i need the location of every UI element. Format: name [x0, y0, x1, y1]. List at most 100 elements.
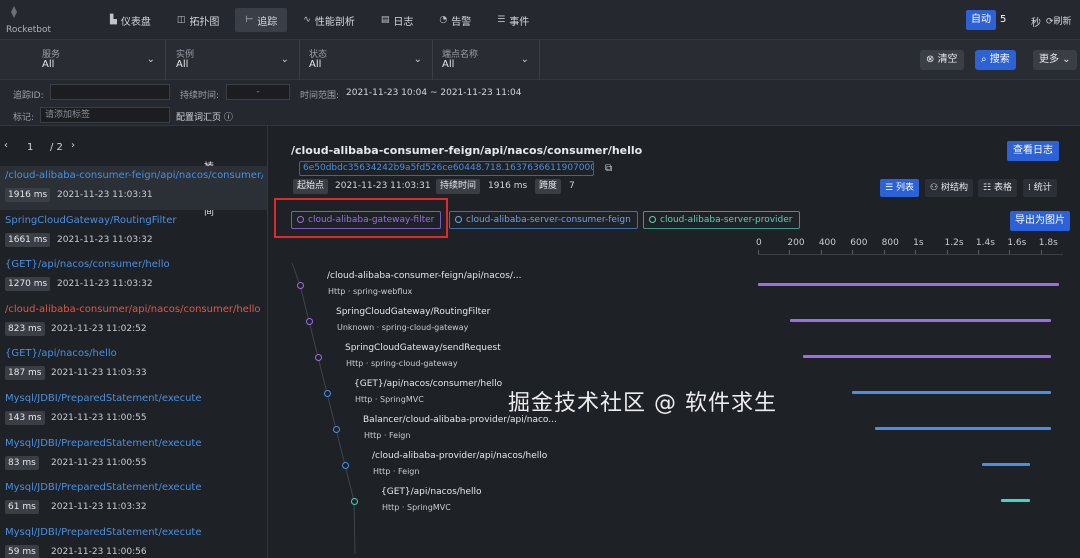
trace-list-item[interactable]: SpringCloudGateway/RoutingFilter 1661 ms 2…: [0, 211, 267, 255]
filter-service[interactable]: 服务 All ⌄: [34, 40, 166, 80]
chevron-down-icon: ⌄: [1059, 54, 1071, 65]
refresh-interval-input[interactable]: 5: [996, 10, 1024, 30]
span-node-icon[interactable]: [314, 353, 322, 361]
event-icon: ☰: [497, 15, 506, 25]
trace-duration-badge: 59 ms: [5, 544, 39, 558]
trace-detail-panel: /cloud-alibaba-consumer-feign/api/nacos/…: [269, 126, 1080, 558]
span-duration-bar[interactable]: [802, 355, 1052, 358]
span-name[interactable]: {GET}/api/nacos/hello: [381, 487, 482, 497]
trace-endpoint-name: /cloud-alibaba-consumer-feign/api/nacos/…: [5, 170, 263, 181]
trace-duration-badge: 61 ms: [5, 500, 39, 515]
trace-list-item[interactable]: {GET}/api/nacos/hello 187 ms 2021-11-23 11…: [0, 344, 267, 388]
trace-start-time: 2021-11-23 11:03:31: [57, 190, 153, 200]
nav-profile[interactable]: ∿ 性能剖析: [293, 8, 365, 32]
search-button[interactable]: ⌕ 搜索: [975, 50, 1016, 70]
close-circle-icon: ⊗: [926, 54, 938, 65]
span-name[interactable]: SpringCloudGateway/RoutingFilter: [336, 307, 490, 317]
trace-list-item[interactable]: Mysql/JDBI/PreparedStatement/execute 83 m…: [0, 434, 267, 478]
chevron-down-icon: ⌄: [280, 54, 289, 65]
trace-start-time: 2021-11-23 11:02:52: [51, 323, 147, 334]
span-name[interactable]: /cloud-alibaba-provider/api/nacos/hello: [372, 451, 547, 461]
trace-start-time: 2021-11-23 11:03:32: [57, 279, 153, 290]
trace-id-input[interactable]: [50, 84, 170, 100]
main-nav: ▙ 仪表盘 ◫ 拓扑图 ⊢ 追踪 ∿ 性能剖析 ▤ 日志 ◔ 告警 ☰ 事件: [100, 8, 545, 32]
trace-duration-badge: 83 ms: [5, 455, 39, 470]
span-component: Http · Feign: [364, 431, 411, 440]
span-node-icon[interactable]: [296, 281, 304, 289]
prev-page-icon[interactable]: ‹: [4, 140, 8, 151]
nav-dashboard[interactable]: ▙ 仪表盘: [100, 8, 161, 32]
trace-duration-badge: 1916 ms: [5, 188, 51, 202]
nav-alarm[interactable]: ◔ 告警: [429, 8, 481, 32]
trace-endpoint-name: {GET}/api/nacos/hello: [5, 348, 117, 360]
top-bar: Rocketbot ▙ 仪表盘 ◫ 拓扑图 ⊢ 追踪 ∿ 性能剖析 ▤ 日志 ◔ 告警 ☰ 事…: [0, 0, 1080, 40]
trace-list-item[interactable]: Mysql/JDBI/PreparedStatement/execute 61 m…: [0, 478, 267, 522]
tags-input[interactable]: 请添加标签: [40, 107, 170, 123]
profile-icon: ∿: [303, 15, 311, 25]
clear-button[interactable]: ⊗ 清空: [920, 50, 964, 70]
span-name[interactable]: {GET}/api/nacos/consumer/hello: [354, 379, 502, 389]
span-node-icon[interactable]: [305, 317, 313, 325]
span-duration-bar[interactable]: [1000, 499, 1031, 502]
trace-list-item[interactable]: {GET}/api/nacos/consumer/hello 1270 ms 202…: [0, 255, 267, 299]
trace-list-item[interactable]: Mysql/JDBI/PreparedStatement/execute 143 …: [0, 389, 267, 433]
trace-endpoint-name: Mysql/JDBI/PreparedStatement/execute: [5, 482, 202, 494]
span-duration-bar[interactable]: [875, 427, 1052, 430]
trace-endpoint-name: {GET}/api/nacos/consumer/hello: [5, 259, 170, 271]
rocket-logo-icon: [11, 6, 17, 18]
span-node-icon[interactable]: [341, 461, 349, 469]
span-duration-bar[interactable]: [851, 391, 1052, 394]
span-duration-bar[interactable]: [981, 463, 1030, 466]
trace-duration-badge: 187 ms: [5, 366, 45, 381]
pager: ‹ 1 / 2 › 持续时间 ⌄: [4, 140, 214, 218]
auto-refresh-toggle[interactable]: 自动: [966, 10, 996, 30]
trace-list-panel: ‹ 1 / 2 › 持续时间 ⌄ /cloud-alibaba-consumer…: [0, 126, 268, 558]
page-total: / 2: [50, 142, 63, 153]
log-icon: ▤: [380, 15, 390, 25]
nav-log[interactable]: ▤ 日志: [371, 8, 424, 32]
trace-start-time: 2021-11-23 11:03:32: [51, 502, 147, 513]
filter-bar: 服务 All ⌄ 实例 All ⌄ 状态 All ⌄ 端点名称 All ⌄: [0, 40, 1080, 80]
help-icon: ⓘ: [223, 113, 233, 123]
trace-start-time: 2021-11-23 11:03:33: [51, 368, 147, 379]
more-button[interactable]: 更多 ⌄: [1033, 50, 1077, 70]
time-range-value[interactable]: 2021-11-23 10:04 ~ 2021-11-23 11:04: [346, 88, 521, 98]
span-component: Unknown · spring-cloud-gateway: [337, 323, 469, 332]
nav-event[interactable]: ☰ 事件: [487, 8, 539, 32]
span-node-icon[interactable]: [323, 389, 331, 397]
nav-trace[interactable]: ⊢ 追踪: [235, 8, 288, 32]
refresh-button[interactable]: ⟳刷新: [1046, 14, 1072, 27]
watermark: 掘金技术社区 @ 软件求生: [508, 391, 777, 416]
trace-endpoint-name: Mysql/JDBI/PreparedStatement/execute: [5, 437, 202, 449]
trace-list-item[interactable]: /cloud-alibaba-consumer-feign/api/nacos/…: [0, 166, 267, 210]
span-duration-bar[interactable]: [758, 283, 1059, 286]
duration-input[interactable]: -: [226, 84, 290, 100]
span-node-icon[interactable]: [332, 425, 340, 433]
span-node-icon[interactable]: [350, 497, 358, 505]
trace-list-item[interactable]: Mysql/JDBI/PreparedStatement/execute 59 m…: [0, 523, 267, 558]
span-component: Http · SpringMVC: [355, 395, 424, 404]
dashboard-icon: ▙: [110, 15, 117, 25]
search-icon: ⌕: [981, 54, 990, 65]
span-component: Http · spring-cloud-gateway: [346, 359, 458, 368]
page-input[interactable]: 1: [27, 142, 33, 153]
chevron-down-icon: ⌄: [146, 54, 155, 65]
trace-duration-badge: 823 ms: [5, 321, 45, 336]
trace-endpoint-name: Mysql/JDBI/PreparedStatement/execute: [5, 393, 202, 404]
trace-duration-badge: 1661 ms: [5, 232, 51, 247]
span-component: Http · spring-webflux: [328, 287, 413, 296]
filter-status[interactable]: 状态 All ⌄: [301, 40, 433, 80]
span-duration-bar[interactable]: [790, 319, 1052, 322]
nav-topology[interactable]: ◫ 拓扑图: [167, 8, 230, 32]
trace-list-item[interactable]: /cloud-alibaba-consumer/api/nacos/consum…: [0, 300, 267, 344]
trace-start-time: 2021-11-23 11:03:32: [57, 234, 153, 245]
chevron-down-icon: ⌄: [520, 54, 529, 65]
span-name[interactable]: SpringCloudGateway/sendRequest: [345, 343, 501, 353]
span-name[interactable]: /cloud-alibaba-consumer-feign/api/nacos/…: [327, 271, 522, 281]
filter-instance[interactable]: 实例 All ⌄: [168, 40, 300, 80]
next-page-icon[interactable]: ›: [71, 140, 75, 151]
config-link[interactable]: 配置词汇页 ⓘ: [176, 110, 233, 123]
filter-endpoint[interactable]: 端点名称 All ⌄: [434, 40, 540, 80]
brand-name: Rocketbot: [6, 25, 52, 35]
trace-duration-badge: 143 ms: [5, 411, 45, 425]
